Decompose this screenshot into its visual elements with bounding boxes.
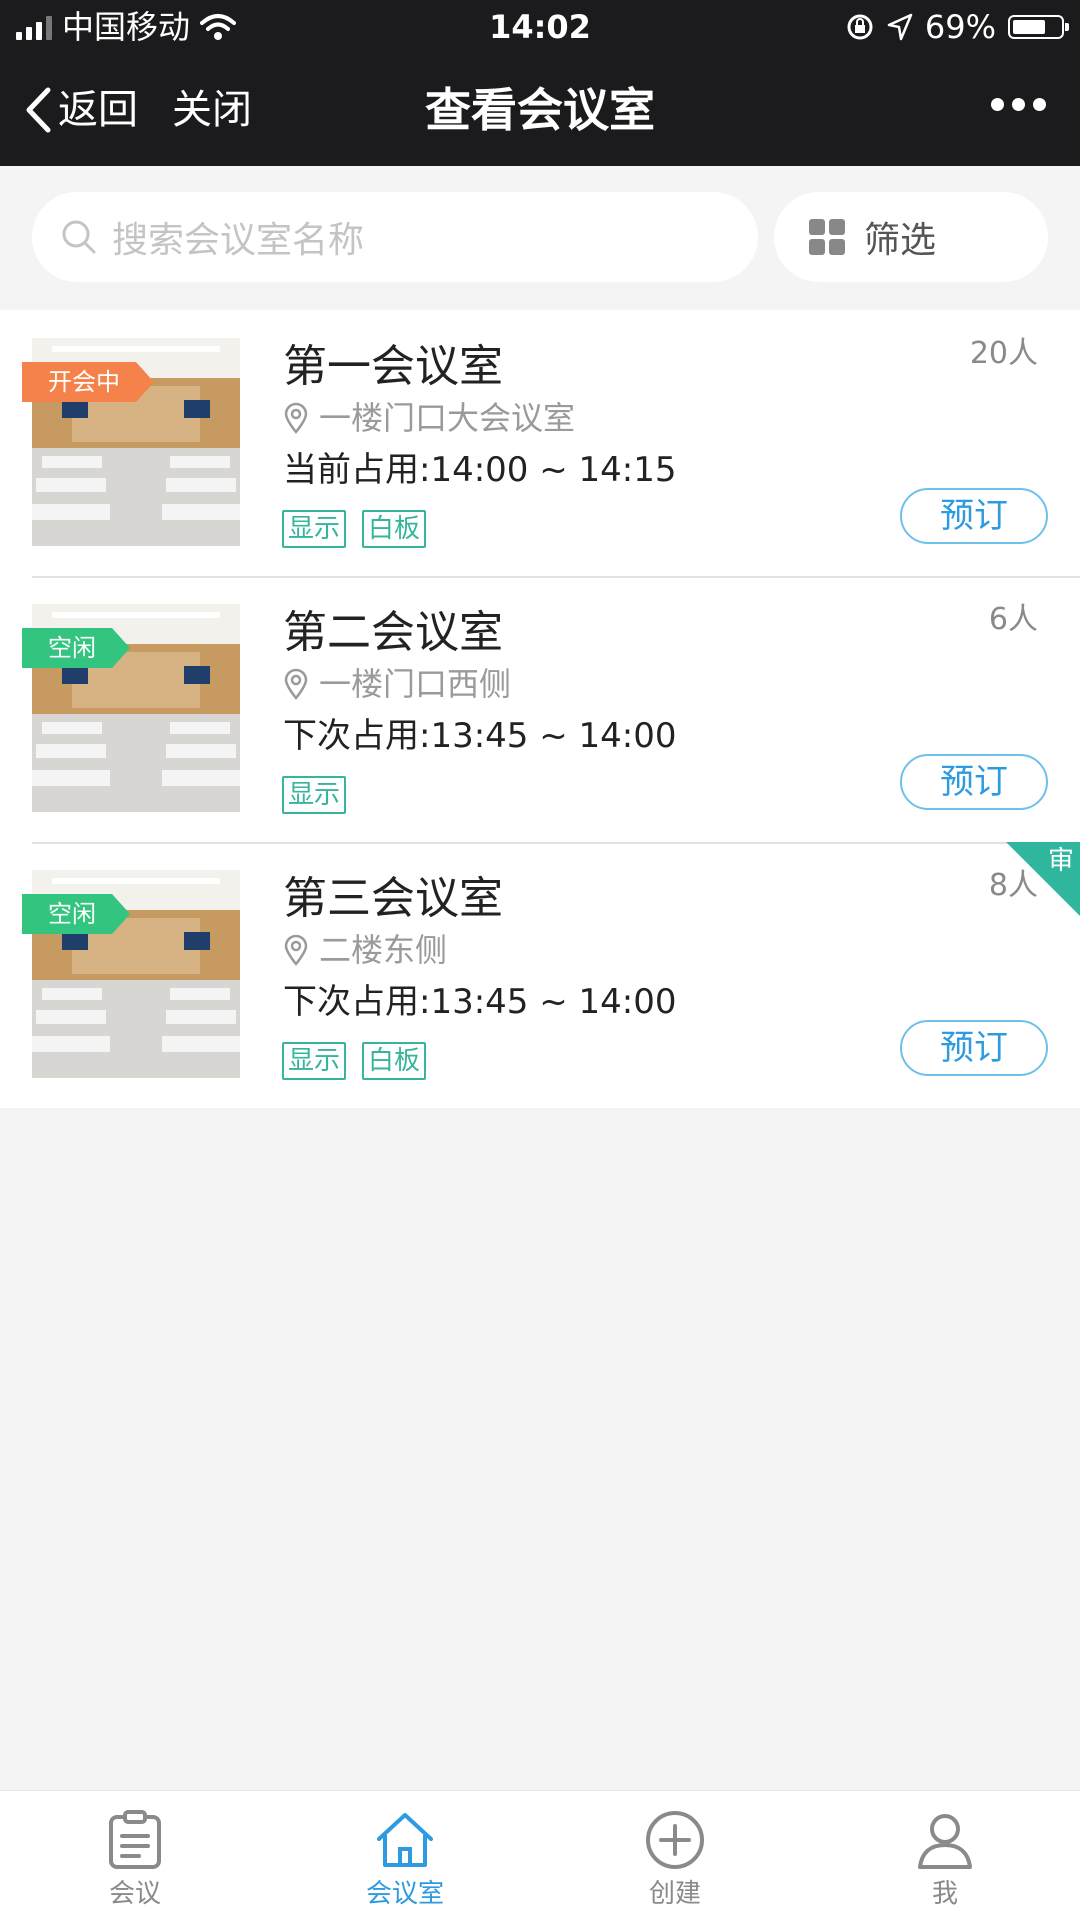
room-item[interactable]: 空闲 第二会议室 6人 一楼门口西侧 下次占用:13:45 ~ 14:00 显示… — [0, 576, 1080, 842]
clipboard-icon — [109, 1810, 161, 1869]
book-button[interactable]: 预订 — [900, 488, 1048, 544]
search-placeholder: 搜索会议室名称 — [112, 220, 365, 261]
search-icon — [62, 220, 96, 254]
room-name: 第三会议室 — [283, 873, 503, 924]
room-item[interactable]: 审 空闲 第三会议室 8人 二楼东侧 下次占用:13:45 ~ 14:00 显示… — [0, 842, 1080, 1108]
nav-bar: 返回 关闭 查看会议室 — [0, 54, 1080, 166]
room-capacity: 20人 — [969, 336, 1038, 371]
room-location-text: 二楼东侧 — [319, 931, 448, 969]
room-tags: 显示 — [282, 776, 347, 814]
equipment-tag: 显示 — [282, 1042, 347, 1080]
tab-bar: 会议 会议室 创建 我 — [0, 1790, 1080, 1921]
room-tags: 显示 白板 — [282, 510, 427, 548]
grid-icon — [809, 219, 845, 255]
filter-button[interactable]: 筛选 — [774, 192, 1048, 282]
room-capacity: 8人 — [988, 868, 1038, 903]
filter-label: 筛选 — [864, 220, 937, 261]
tab-label: 创建 — [648, 1879, 701, 1909]
tab-label: 我 — [931, 1879, 958, 1909]
location-arrow-icon — [887, 13, 913, 41]
search-input[interactable]: 搜索会议室名称 — [32, 192, 758, 282]
status-right: 69% — [845, 8, 1069, 46]
room-location: 一楼门口大会议室 — [283, 396, 575, 440]
status-badge: 开会中 — [22, 362, 154, 402]
equipment-tag: 白板 — [362, 1042, 427, 1080]
tab-meetings[interactable]: 会议 — [0, 1791, 270, 1921]
equipment-tag: 显示 — [282, 776, 347, 814]
equipment-tag: 显示 — [282, 510, 347, 548]
location-pin-icon — [284, 402, 308, 434]
more-dot-icon — [1012, 98, 1025, 111]
more-dot-icon — [1033, 98, 1046, 111]
more-dot-icon — [991, 98, 1004, 111]
room-list: 开会中 第一会议室 20人 一楼门口大会议室 当前占用:14:00 ~ 14:1… — [0, 310, 1080, 1108]
tab-me[interactable]: 我 — [810, 1791, 1080, 1921]
audit-badge-label: 审 — [1047, 846, 1074, 876]
book-button[interactable]: 预订 — [900, 1020, 1048, 1076]
room-occupancy-time: 下次占用:13:45 ~ 14:00 — [283, 982, 677, 1022]
rotation-lock-icon — [847, 14, 873, 40]
more-button[interactable] — [991, 98, 1046, 111]
room-location-text: 一楼门口大会议室 — [319, 399, 576, 437]
page-title: 查看会议室 — [425, 83, 655, 137]
room-capacity: 6人 — [988, 602, 1038, 637]
room-location-text: 一楼门口西侧 — [319, 665, 512, 703]
room-name: 第一会议室 — [283, 341, 503, 392]
home-icon — [377, 1813, 433, 1867]
room-occupancy-time: 当前占用:14:00 ~ 14:15 — [283, 450, 677, 490]
room-name: 第二会议室 — [283, 607, 503, 658]
location-pin-icon — [284, 934, 308, 966]
battery-icon — [1008, 15, 1069, 39]
room-location: 二楼东侧 — [283, 928, 447, 972]
tab-label: 会议室 — [365, 1879, 444, 1909]
battery-percent: 69% — [924, 8, 996, 46]
book-button[interactable]: 预订 — [900, 754, 1048, 810]
room-item[interactable]: 开会中 第一会议室 20人 一楼门口大会议室 当前占用:14:00 ~ 14:1… — [0, 310, 1080, 576]
status-badge: 空闲 — [22, 628, 130, 668]
room-location: 一楼门口西侧 — [283, 662, 511, 706]
user-icon — [918, 1814, 972, 1869]
status-bar: 中国移动 14:02 69% — [0, 0, 1080, 54]
tab-create[interactable]: 创建 — [540, 1791, 810, 1921]
location-pin-icon — [284, 668, 308, 700]
equipment-tag: 白板 — [362, 510, 427, 548]
status-badge: 空闲 — [22, 894, 130, 934]
tab-label: 会议 — [108, 1879, 161, 1909]
room-occupancy-time: 下次占用:13:45 ~ 14:00 — [283, 716, 677, 756]
room-tags: 显示 白板 — [282, 1042, 427, 1080]
tab-meeting-rooms[interactable]: 会议室 — [270, 1791, 540, 1921]
plus-circle-icon — [646, 1811, 704, 1869]
